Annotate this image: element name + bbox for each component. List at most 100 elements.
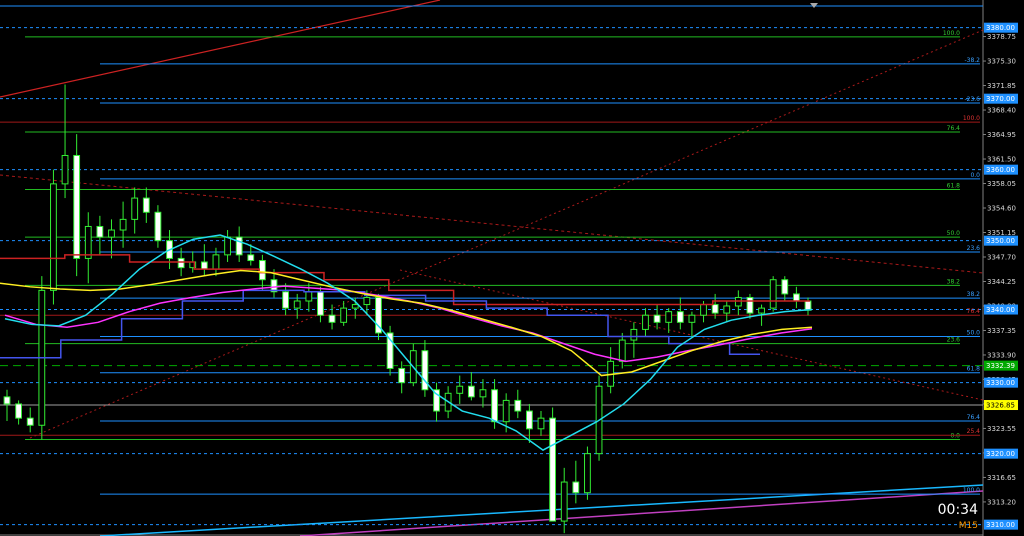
fib-label-blue: 38.2 (967, 291, 981, 298)
fib-label-green: 61.8 (947, 183, 961, 190)
y-tick-label: 3378.75 (987, 33, 1016, 41)
candle-bear (653, 314, 661, 323)
y-tick-label: 3364.95 (987, 131, 1016, 139)
y-tick-label: 3354.60 (987, 205, 1016, 213)
fib-label-green: 0.0 (950, 432, 960, 439)
fib-label-green: 23.6 (947, 337, 961, 344)
fib-label-green: 100.0 (943, 30, 960, 37)
candle-bull (131, 197, 139, 220)
y-tick-label: 3313.20 (987, 498, 1016, 506)
candle-bear (781, 279, 789, 295)
candle-bear (15, 403, 23, 419)
candle-bear (804, 300, 812, 311)
candle-bull (688, 314, 696, 323)
fib-label-blue: 0.0 (970, 172, 980, 179)
y-tick-label: 3344.25 (987, 278, 1016, 286)
y-tick-label: 3361.50 (987, 156, 1016, 164)
candle-bear (258, 260, 266, 281)
y-tick-label: 3371.85 (987, 82, 1016, 90)
y-tick-label: 3347.70 (987, 253, 1016, 261)
candle-bear (317, 291, 324, 316)
candle-bull (537, 417, 545, 430)
candle-bear (525, 410, 533, 430)
candle-bear (514, 399, 522, 412)
y-tick-label: 3316.65 (987, 474, 1016, 482)
candle-bear (154, 211, 162, 242)
candle-bear (467, 385, 475, 398)
timeframe-label: M15 (959, 521, 978, 531)
candle-bear (177, 257, 185, 269)
candle-bull (212, 254, 220, 270)
candle-bear (328, 314, 336, 323)
candle-bull (769, 279, 777, 309)
candle-bull (630, 328, 638, 341)
candle-bear (676, 311, 684, 323)
candle-bear (572, 481, 580, 494)
candle-bear (398, 367, 406, 384)
fib-label-green: 50.0 (947, 230, 961, 237)
candle-bear (3, 396, 11, 405)
y-tick-label: 3368.40 (987, 107, 1016, 115)
price-tag-label: 3310.00 (986, 521, 1015, 529)
price-tag-label: 3360.00 (986, 166, 1015, 174)
fib-label-blue: 23.6 (967, 245, 981, 252)
candle-bull (305, 291, 313, 302)
candle-bear (549, 417, 557, 522)
candle-bear (235, 236, 243, 256)
fib-label-blue: 50.0 (967, 330, 981, 337)
price-tag-label: 3326.85 (986, 402, 1015, 410)
candle-bull (293, 300, 301, 309)
candle-bull (584, 453, 591, 494)
candle-bull (456, 385, 464, 394)
candle-bear (711, 304, 719, 314)
fib-label-red: 76.4 (967, 308, 981, 315)
candle-bear (247, 254, 255, 262)
price-chart[interactable]: 100.076.461.850.038.223.60.0-38.2-23.60.… (0, 0, 1024, 536)
candle-bear (200, 261, 208, 270)
candle-bull (618, 339, 626, 362)
fib-label-green: 38.2 (947, 278, 961, 285)
fib-label-red: 100.0 (963, 115, 980, 122)
price-tag-label: 3370.00 (986, 95, 1015, 103)
candle-bull (700, 304, 707, 316)
candle-bull (84, 225, 92, 259)
candle-bear (73, 154, 81, 259)
y-tick-label: 3333.90 (987, 351, 1016, 359)
fib-label-green: 76.4 (947, 125, 961, 132)
candle-bull (665, 311, 673, 323)
fib-label-blue: 61.8 (967, 366, 981, 373)
y-tick-label: 3323.55 (987, 425, 1016, 433)
price-tag-label: 3330.00 (986, 379, 1015, 387)
candle-bull (61, 154, 69, 185)
candle-bear (142, 197, 150, 213)
price-tag-label: 3320.00 (986, 450, 1015, 458)
candle-bear (96, 225, 104, 238)
candle-bull (723, 305, 731, 314)
candle-bull (363, 296, 371, 306)
price-tag-label: 3340.00 (986, 306, 1015, 314)
y-tick-label: 3375.30 (987, 58, 1016, 66)
candle-bear (491, 389, 498, 423)
chart-background (0, 0, 1024, 536)
fib-label-blue: 100.0 (963, 487, 980, 494)
y-tick-label: 3337.35 (987, 327, 1016, 335)
candle-bull (502, 399, 510, 423)
candle-bull (224, 236, 231, 256)
candle-countdown: 00:34 (938, 502, 978, 518)
candle-bull (642, 314, 649, 330)
price-tag-label: 3350.00 (986, 237, 1015, 245)
fib-label-blue: -38.2 (964, 57, 980, 64)
candle-bear (792, 293, 800, 302)
candle-bull (340, 307, 348, 323)
candle-bull (758, 307, 765, 314)
candle-bull (108, 229, 115, 238)
candle-bull (119, 218, 127, 231)
candle-bull (50, 183, 57, 291)
candle-bull (479, 389, 487, 398)
y-tick-label: 3358.05 (987, 180, 1016, 188)
fib-label-red: 25.4 (967, 428, 981, 435)
candle-bull (351, 304, 359, 309)
fib-label-blue: 76.4 (967, 414, 981, 421)
candle-bear (26, 417, 34, 426)
price-tag-label: 3380.00 (986, 24, 1015, 32)
